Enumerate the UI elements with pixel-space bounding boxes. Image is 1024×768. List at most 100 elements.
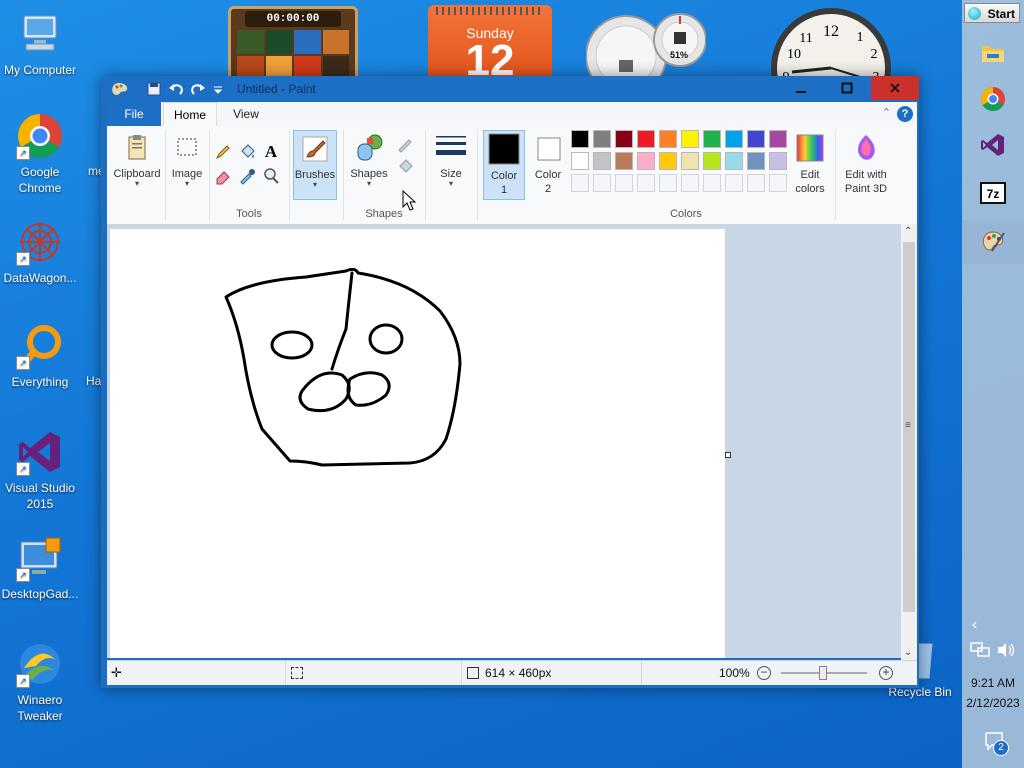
palette-swatch[interactable] xyxy=(703,152,721,170)
clipboard-button[interactable]: Clipboard ▾ xyxy=(111,130,163,200)
save-icon[interactable] xyxy=(145,80,163,98)
brushes-button[interactable]: Brushes ▾ xyxy=(293,130,337,200)
palette-custom-slot[interactable] xyxy=(769,174,787,192)
fill-icon[interactable] xyxy=(397,156,417,176)
picture-puzzle-gadget[interactable]: 00:00:00 xyxy=(228,6,358,86)
desktop-icon-desktopgadgets[interactable]: ↗ DesktopGad... xyxy=(0,534,82,602)
scroll-up-icon[interactable]: ⌃ xyxy=(904,226,912,237)
palette-swatch[interactable] xyxy=(571,152,589,170)
collapse-ribbon-icon[interactable]: ⌃ xyxy=(882,106,891,119)
network-icon[interactable] xyxy=(970,642,990,661)
magnifier-icon: ↗ xyxy=(16,322,64,370)
minimize-button[interactable] xyxy=(779,76,823,100)
palette-swatch[interactable] xyxy=(725,152,743,170)
volume-icon[interactable] xyxy=(996,642,1016,661)
magnifier-icon[interactable] xyxy=(261,166,281,186)
size-button[interactable]: Size ▾ xyxy=(429,130,473,200)
palette-custom-slot[interactable] xyxy=(571,174,589,192)
eraser-icon[interactable] xyxy=(213,166,233,186)
tray-date[interactable]: 2/12/2023 xyxy=(962,696,1024,710)
desktop-icon-google-chrome[interactable]: ↗ Google Chrome xyxy=(0,112,82,196)
tab-home[interactable]: Home xyxy=(163,102,217,126)
chevron-left-icon[interactable]: ‹ xyxy=(972,616,977,634)
shapes-button[interactable]: Shapes ▾ xyxy=(347,130,391,200)
zoom-out-button[interactable]: − xyxy=(757,666,771,680)
edit-colors-button[interactable]: Edit colors xyxy=(789,130,831,200)
tray-time[interactable]: 9:21 AM xyxy=(962,676,1024,690)
palette-swatch[interactable] xyxy=(615,152,633,170)
palette-swatch[interactable] xyxy=(571,130,589,148)
fill-bucket-icon[interactable] xyxy=(237,142,257,162)
palette-swatch[interactable] xyxy=(747,130,765,148)
palette-custom-slot[interactable] xyxy=(615,174,633,192)
image-button[interactable]: Image ▾ xyxy=(167,130,207,200)
calendar-rings xyxy=(436,7,544,15)
palette-swatch[interactable] xyxy=(659,152,677,170)
desktop-icon-my-computer[interactable]: My Computer xyxy=(0,10,82,78)
palette-swatch[interactable] xyxy=(637,130,655,148)
palette-swatch[interactable] xyxy=(703,130,721,148)
paint-app-icon[interactable] xyxy=(111,80,129,98)
group-divider xyxy=(209,130,210,220)
redo-icon[interactable] xyxy=(189,80,207,98)
taskbar-chrome[interactable] xyxy=(968,82,1018,116)
taskbar-visual-studio[interactable] xyxy=(968,128,1018,162)
close-button[interactable] xyxy=(871,76,919,100)
text-icon[interactable]: A xyxy=(261,142,281,162)
undo-icon[interactable] xyxy=(167,80,185,98)
outline-icon[interactable] xyxy=(397,134,417,154)
ribbon-tabs: File Home View ⌃ ? xyxy=(107,102,917,126)
color-picker-icon[interactable] xyxy=(237,166,257,186)
palette-swatch[interactable] xyxy=(615,130,633,148)
palette-custom-slot[interactable] xyxy=(681,174,699,192)
drawing-canvas[interactable] xyxy=(110,229,725,658)
palette-swatch[interactable] xyxy=(725,130,743,148)
taskbar-file-explorer[interactable] xyxy=(968,36,1018,70)
tab-file[interactable]: File xyxy=(107,102,161,126)
palette-swatch[interactable] xyxy=(593,130,611,148)
customize-quick-access-icon[interactable] xyxy=(209,80,227,98)
palette-custom-slot[interactable] xyxy=(725,174,743,192)
notifications-icon[interactable]: 2 xyxy=(984,730,1009,757)
start-button[interactable]: Start xyxy=(964,3,1020,23)
tab-view[interactable]: View xyxy=(221,102,271,126)
color1-button[interactable]: Color 1 xyxy=(483,130,525,200)
desktop-icon-visual-studio[interactable]: ↗ Visual Studio 2015 xyxy=(0,428,82,512)
clock-gadget[interactable]: 12 1 2 3 9 10 11 xyxy=(768,6,894,128)
folder-icon xyxy=(982,46,1004,62)
palette-swatch[interactable] xyxy=(659,130,677,148)
zoom-in-button[interactable]: + xyxy=(879,666,893,680)
edit-with-paint3d-button[interactable]: Edit with Paint 3D xyxy=(839,130,893,200)
resize-handle-right[interactable] xyxy=(725,452,731,458)
mouse-cursor-icon xyxy=(402,189,417,215)
taskbar-7zip[interactable]: 7z xyxy=(968,176,1018,210)
desktop-icon-winaero-tweaker[interactable]: ↗ Winaero Tweaker xyxy=(0,640,82,724)
vertical-scrollbar[interactable]: ⌃ ≡ ⌄ xyxy=(901,224,917,660)
maximize-button[interactable] xyxy=(825,76,869,100)
palette-swatch[interactable] xyxy=(681,152,699,170)
palette-custom-slot[interactable] xyxy=(659,174,677,192)
palette-custom-slot[interactable] xyxy=(637,174,655,192)
pencil-icon[interactable] xyxy=(213,142,233,162)
palette-swatch[interactable] xyxy=(681,130,699,148)
desktop-icon-everything[interactable]: ↗ Everything xyxy=(0,322,82,390)
desktop-icon-datawagon[interactable]: ↗ DataWagon... xyxy=(0,218,82,286)
palette-swatch[interactable] xyxy=(593,152,611,170)
zoom-slider-thumb[interactable] xyxy=(819,666,827,680)
palette-swatch[interactable] xyxy=(747,152,765,170)
palette-swatch[interactable] xyxy=(637,152,655,170)
palette-custom-slot[interactable] xyxy=(747,174,765,192)
color2-button[interactable]: Color 2 xyxy=(527,130,569,200)
palette-swatch[interactable] xyxy=(769,152,787,170)
palette-swatch[interactable] xyxy=(769,130,787,148)
title-bar[interactable]: Untitled - Paint xyxy=(101,76,919,102)
palette-custom-slot[interactable] xyxy=(593,174,611,192)
calendar-gadget[interactable]: Sunday 12 xyxy=(428,5,552,85)
cpu-meter-gadget[interactable]: 51% xyxy=(585,10,707,97)
taskbar-paint[interactable] xyxy=(962,220,1024,264)
scroll-down-icon[interactable]: ⌄ xyxy=(904,647,912,658)
help-icon[interactable]: ? xyxy=(897,106,913,122)
canvas-workspace[interactable] xyxy=(107,224,901,658)
desktop-icon-label: Winaero Tweaker xyxy=(17,693,63,723)
palette-custom-slot[interactable] xyxy=(703,174,721,192)
